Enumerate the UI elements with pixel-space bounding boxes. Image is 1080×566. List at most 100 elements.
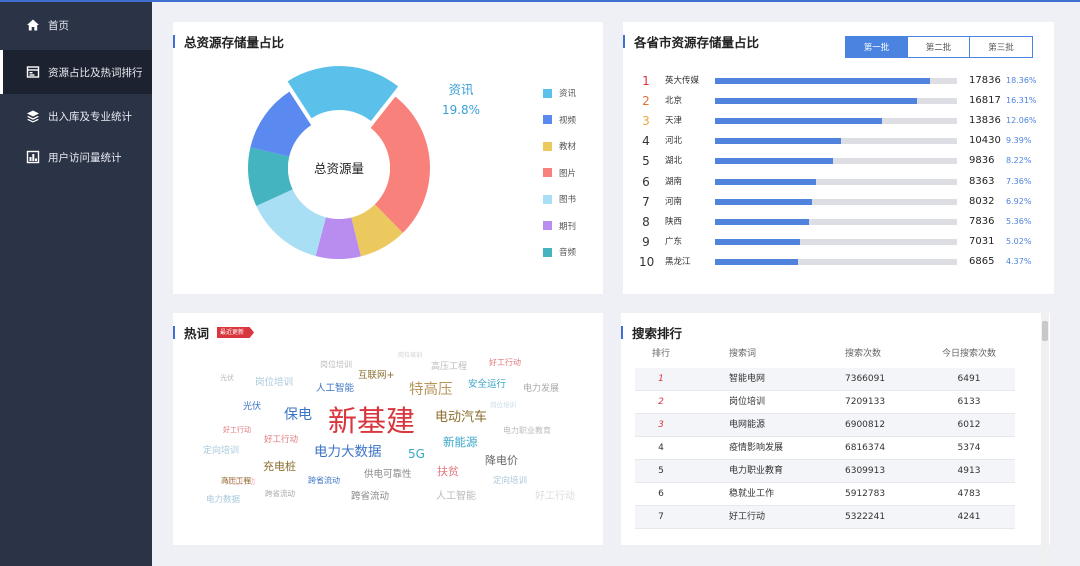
province-row[interactable]: 7 河南 8032 6.92% [623,192,1043,212]
hotword[interactable]: 好工行动 [264,436,298,445]
donut-slice-资讯[interactable] [287,66,399,121]
table-row[interactable]: 5 电力职业教育 6309913 4913 [635,460,1015,483]
sidebar-item-inout-stats[interactable]: 出入库及专业统计 [0,94,152,138]
province-name: 广东 [665,236,683,247]
hotword[interactable]: 电力大数据 [314,445,382,460]
legend-item[interactable]: 音频 [543,246,576,258]
sidebar-item-label: 资源占比及热词排行 [48,66,143,79]
province-value: 6865 [969,255,995,267]
hotword[interactable]: 电力职业教育 [503,427,551,435]
hotword[interactable]: 降电价 [485,455,518,466]
sidebar-item-resource-ratio[interactable]: 资源占比及热词排行 [0,50,152,94]
hotword[interactable]: 高压工程 [221,477,251,485]
province-bar-fill [715,118,882,125]
hotword[interactable]: 跨省流动 [308,477,340,485]
hotword[interactable]: 光伏 [220,375,234,382]
hotword[interactable]: 安全运行 [468,380,506,390]
search-rank: 4 [658,443,664,453]
tab-batch-1[interactable]: 第一批 [846,37,908,57]
search-count: 5912783 [845,489,886,499]
hotword[interactable]: 新能源 [443,436,478,449]
legend-swatch [543,168,552,177]
province-bar-fill [715,238,800,245]
hotword[interactable]: 岗位培训 [490,402,516,409]
legend-label: 视频 [559,115,577,126]
hotword[interactable]: 特高压 [409,383,453,398]
hotword[interactable]: 好工行动 [489,359,521,367]
province-name: 天津 [665,116,683,127]
search-count: 6900812 [845,420,886,430]
province-row[interactable]: 3 天津 13836 12.06% [623,111,1043,131]
hotword[interactable]: 电力发展 [523,385,559,394]
tab-batch-2[interactable]: 第二批 [908,37,970,57]
table-row[interactable]: 1 智能电网 7366091 6491 [635,368,1015,391]
province-pct: 18.36% [1006,76,1037,85]
hotword[interactable]: 光伏 [243,403,261,412]
hotword[interactable]: 保电 [284,408,312,422]
hotword[interactable]: 岗位培训 [398,353,422,359]
search-count: 6309913 [845,466,886,476]
legend-item[interactable]: 视频 [543,114,576,126]
scrollbar[interactable] [1041,313,1049,566]
hotword[interactable]: 扶贫 [437,466,459,477]
donut-chart: 总资源量 资讯 19.8% [248,66,480,259]
legend-item[interactable]: 期刊 [543,220,576,232]
search-today: 4913 [957,466,981,476]
top-accent-line [0,0,1080,2]
search-today: 6012 [957,420,981,430]
hotword[interactable]: 跨省流动 [351,492,389,502]
legend-label: 期刊 [559,221,577,232]
province-pct: 4.37% [1006,256,1032,266]
hotword[interactable]: 5G [408,448,425,460]
hotword[interactable]: 新基建 [328,407,415,436]
hotword[interactable]: 电力数据 [206,496,240,505]
legend-label: 音频 [559,248,577,258]
user-chart-icon [26,150,40,164]
province-row[interactable]: 1 英大传媒 17836 18.36% [623,71,1043,91]
search-word: 电网能源 [729,420,766,430]
hotword[interactable]: 高压工程 [431,363,467,372]
province-rank: 1 [642,74,650,88]
legend-item[interactable]: 教材 [543,140,576,152]
hotword[interactable]: 岗位培训 [255,378,293,388]
province-row[interactable]: 5 湖北 9836 8.22% [623,151,1043,171]
sidebar-item-user-visits[interactable]: 用户访问量统计 [0,135,152,179]
table-row[interactable]: 2 岗位培训 7209133 6133 [635,391,1015,414]
hotword[interactable]: 互联网+ [358,371,394,381]
province-bar-track [715,138,957,145]
table-row[interactable]: 4 疫情影响发展 6816374 5374 [635,437,1015,460]
province-value: 8032 [969,195,995,207]
sidebar-item-home[interactable]: 首页 [0,3,152,47]
hotword[interactable]: 好工行动 [535,492,575,502]
province-row[interactable]: 10 黑龙江 6865 4.37% [623,252,1043,272]
table-row[interactable]: 6 稳就业工作 5912783 4783 [635,483,1015,506]
province-bar-fill [715,78,930,84]
province-row[interactable]: 4 河北 10430 9.39% [623,131,1043,151]
legend-item[interactable]: 资讯 [543,87,576,99]
search-today: 6491 [957,374,981,384]
hotwords-panel: 热词 最近更新 新基建 电力大数据 电动汽车 保电 特高压 新能源 5G 充电桩 降电价 扶贫 人工… [173,313,603,545]
hotword[interactable]: 电动汽车 [435,411,487,424]
hotword[interactable]: 人工智能 [316,384,354,394]
hotword[interactable]: 定向培训 [203,447,239,456]
table-row[interactable]: 3 电网能源 6900812 6012 [635,414,1015,437]
table-row[interactable]: 7 好工行动 5322241 4241 [635,506,1015,529]
province-row[interactable]: 9 广东 7031 5.02% [623,232,1043,252]
hotword[interactable]: 充电桩 [263,461,296,472]
hotword[interactable]: 岗位培训 [320,361,352,369]
province-row[interactable]: 6 湖南 8363 7.36% [623,172,1043,192]
hotword[interactable]: 定向培训 [493,477,527,486]
highlight-slice-name: 资讯 [448,82,474,97]
province-row[interactable]: 2 北京 16817 16.31% [623,91,1043,111]
hotword[interactable]: 供电可靠性 [364,470,412,480]
province-row[interactable]: 8 陕西 7836 5.36% [623,212,1043,232]
hotword[interactable]: 跨省流动 [265,490,295,498]
legend-swatch [543,88,552,98]
scrollbar-thumb[interactable] [1042,321,1048,341]
province-rank: 3 [642,114,650,129]
legend-item[interactable]: 图书 [543,193,576,205]
legend-item[interactable]: 图片 [543,167,576,179]
hotword[interactable]: 人工智能 [436,492,476,502]
hotword[interactable]: 好工行动 [223,427,251,434]
tab-batch-3[interactable]: 第三批 [970,37,1032,57]
